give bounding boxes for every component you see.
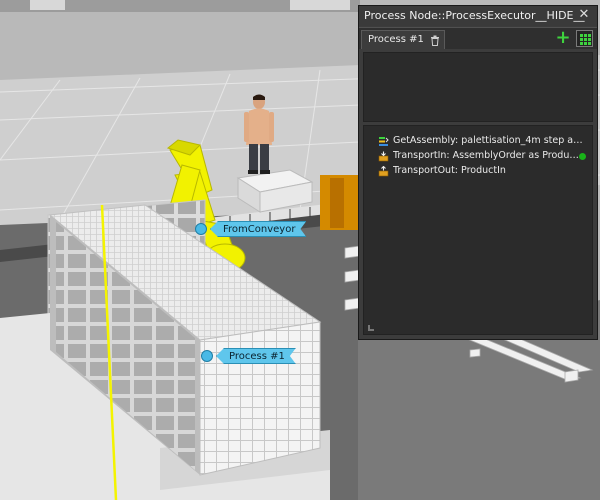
get-assembly-icon bbox=[379, 136, 389, 146]
wall-panel bbox=[290, 0, 350, 10]
box-stack-front bbox=[199, 321, 321, 476]
from-conveyor-marker[interactable] bbox=[195, 223, 207, 235]
process-1-label[interactable]: Process #1 bbox=[216, 348, 296, 364]
process-1-marker[interactable] bbox=[201, 350, 213, 362]
process-preview-area bbox=[363, 52, 593, 122]
transport-out-icon bbox=[378, 165, 389, 176]
trash-icon[interactable] bbox=[430, 35, 440, 46]
add-icon[interactable]: + bbox=[555, 29, 571, 47]
active-step-indicator bbox=[579, 153, 586, 160]
grid-view-icon[interactable] bbox=[576, 30, 593, 47]
tab-label: Process #1 bbox=[368, 34, 424, 45]
step-transport-out[interactable]: TransportOut: ProductIn bbox=[378, 164, 590, 178]
close-icon[interactable]: ✕ bbox=[577, 8, 591, 22]
resize-grip[interactable] bbox=[368, 325, 374, 331]
orange-machine-part bbox=[330, 178, 344, 228]
from-conveyor-label[interactable]: FromConveyor bbox=[210, 221, 306, 237]
tab-process-1[interactable]: Process #1 bbox=[361, 30, 445, 49]
step-label: TransportIn: AssemblyOrder as ProductIn bbox=[393, 150, 583, 161]
process-node-panel: Process Node::ProcessExecutor__HIDE__ ✕ … bbox=[358, 5, 598, 340]
wall-panel bbox=[30, 0, 65, 10]
process-step-list[interactable]: GetAssembly: palettisation_4m step as As… bbox=[363, 125, 593, 335]
step-label: GetAssembly: palettisation_4m step as As… bbox=[393, 135, 583, 146]
panel-title: Process Node::ProcessExecutor__HIDE__ bbox=[359, 6, 597, 26]
step-get-assembly[interactable]: GetAssembly: palettisation_4m step as As… bbox=[378, 134, 590, 148]
panel-tab-bar: Process #1 + bbox=[359, 27, 597, 49]
transport-in-icon bbox=[378, 151, 389, 161]
step-label: TransportOut: ProductIn bbox=[393, 165, 506, 176]
step-transport-in[interactable]: TransportIn: AssemblyOrder as ProductIn bbox=[378, 149, 590, 163]
